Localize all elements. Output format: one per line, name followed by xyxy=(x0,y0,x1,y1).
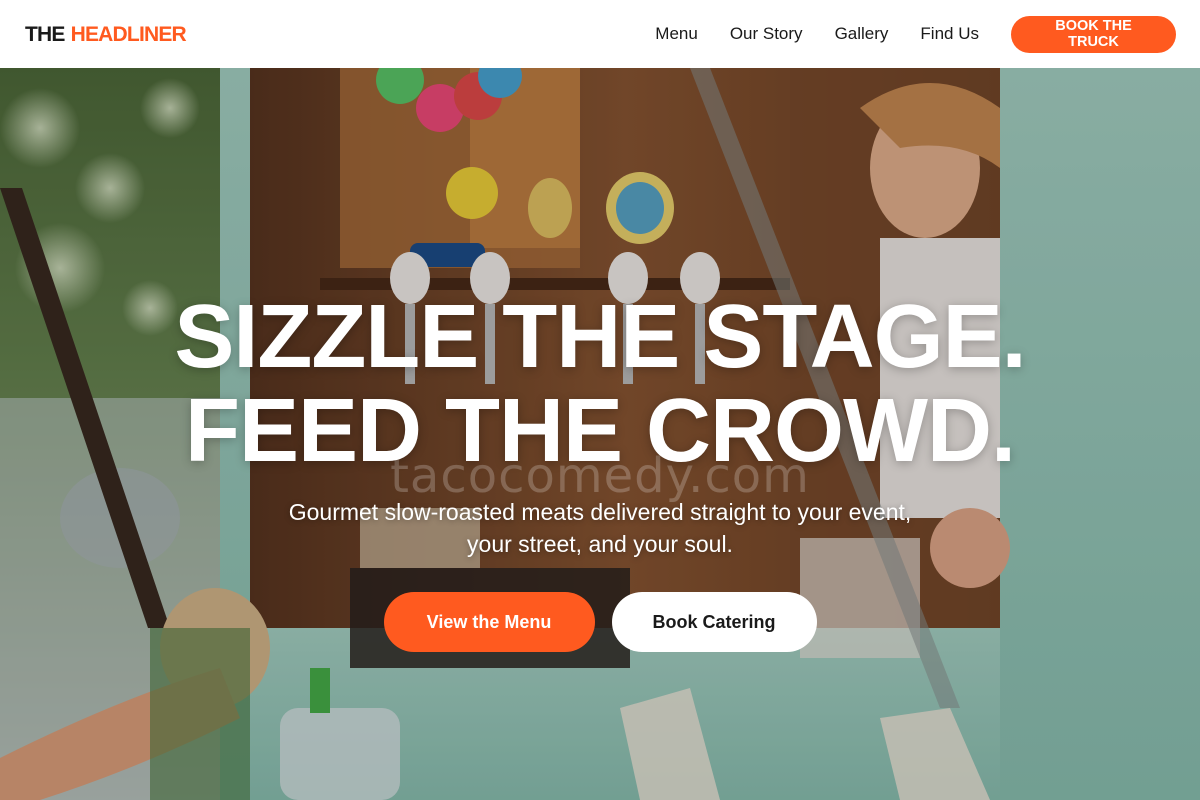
hero-section: tacocomedy.com SIZZLE THE STAGE. FEED TH… xyxy=(0,68,1200,800)
hero-subheadline: Gourmet slow-roasted meats delivered str… xyxy=(288,499,912,557)
nav-link-find-us[interactable]: Find Us xyxy=(920,24,979,44)
nav-link-gallery[interactable]: Gallery xyxy=(835,24,889,44)
hero-headline-line-2: FEED THE CROWD. xyxy=(185,381,1016,481)
nav-link-our-story[interactable]: Our Story xyxy=(730,24,803,44)
book-catering-button[interactable]: Book Catering xyxy=(611,592,817,652)
nav-link-menu[interactable]: Menu xyxy=(655,24,698,44)
site-header: THE HEADLINER Menu Our Story Gallery Fin… xyxy=(0,0,1200,68)
hero-actions: View the Menu Book Catering xyxy=(0,592,1200,652)
logo-word-headliner: HEADLINER xyxy=(70,22,187,46)
hero-content: SIZZLE THE STAGE. FEED THE CROWD. Gourme… xyxy=(0,290,1200,652)
hero-headline: SIZZLE THE STAGE. FEED THE CROWD. xyxy=(0,290,1200,478)
book-the-truck-button[interactable]: BOOK THE TRUCK xyxy=(1011,15,1176,53)
logo-word-the: THE xyxy=(25,22,65,46)
logo[interactable]: THE HEADLINER xyxy=(25,22,187,46)
view-menu-button[interactable]: View the Menu xyxy=(383,592,595,652)
main-nav: Menu Our Story Gallery Find Us BOOK THE … xyxy=(655,15,1176,53)
hero-headline-line-1: SIZZLE THE STAGE. xyxy=(174,287,1026,387)
